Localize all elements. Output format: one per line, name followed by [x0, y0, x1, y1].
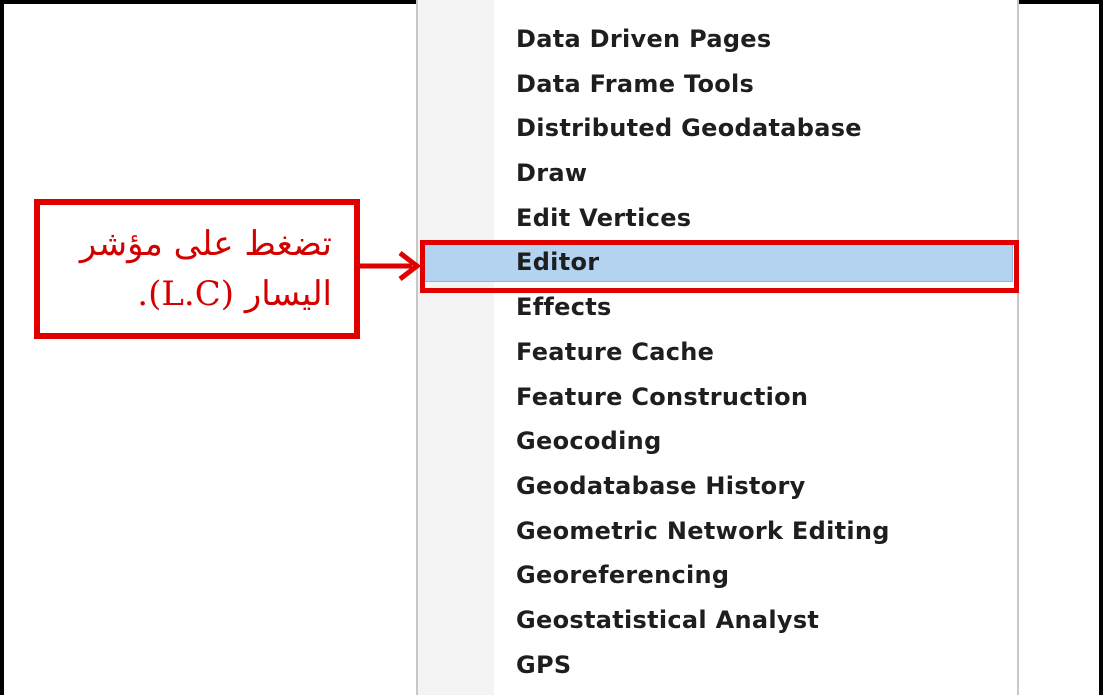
menu-item-label: Edit Vertices: [516, 203, 692, 232]
menu-item-feature-construction[interactable]: Feature Construction: [418, 375, 1017, 420]
menu-item-data-frame-tools[interactable]: Data Frame Tools: [418, 62, 1017, 107]
menu-item-label: Georeferencing: [516, 561, 730, 590]
arrow-right-icon: [360, 251, 422, 281]
menu-item-georeferencing[interactable]: Georeferencing: [418, 553, 1017, 598]
menu-item-label: Data Driven Pages: [516, 25, 772, 53]
callout-line-2: اليسار (L.C).: [137, 274, 332, 314]
menu-item-gps[interactable]: GPS: [418, 643, 1017, 688]
menu-list: Data Driven Pages Data Frame Tools Distr…: [418, 17, 1017, 687]
menu-item-data-driven-pages[interactable]: Data Driven Pages: [418, 17, 1017, 62]
menu-item-label: Feature Construction: [516, 382, 809, 411]
menu-item-geocoding[interactable]: Geocoding: [418, 419, 1017, 464]
menu-item-draw[interactable]: Draw: [418, 151, 1017, 196]
menu-item-geostatistical-analyst[interactable]: Geostatistical Analyst: [418, 598, 1017, 643]
menu-item-label: GPS: [516, 650, 572, 679]
menu-item-label: Geodatabase History: [516, 471, 806, 500]
menu-item-label: Distributed Geodatabase: [516, 114, 862, 143]
menu-item-label: Draw: [516, 159, 588, 188]
menu-item-feature-cache[interactable]: Feature Cache: [418, 330, 1017, 375]
callout-line-1: تضغط على مؤشر: [79, 224, 332, 264]
menu-item-label: Data Frame Tools: [516, 69, 755, 98]
menu-item-label: Effects: [516, 293, 612, 322]
instruction-callout: تضغط على مؤشر اليسار (L.C).: [34, 199, 360, 339]
toolbars-context-menu: Data Driven Pages Data Frame Tools Distr…: [416, 0, 1019, 695]
menu-item-label: Geometric Network Editing: [516, 516, 890, 545]
editor-highlight-annotation: [420, 240, 1019, 293]
menu-item-label: Geocoding: [516, 427, 662, 456]
menu-item-geodatabase-history[interactable]: Geodatabase History: [418, 464, 1017, 509]
menu-item-distributed-geodatabase[interactable]: Distributed Geodatabase: [418, 106, 1017, 151]
menu-item-geometric-network-editing[interactable]: Geometric Network Editing: [418, 509, 1017, 554]
menu-item-edit-vertices[interactable]: Edit Vertices: [418, 196, 1017, 241]
menu-item-label: Feature Cache: [516, 337, 715, 366]
menu-item-label: Geostatistical Analyst: [516, 605, 820, 634]
